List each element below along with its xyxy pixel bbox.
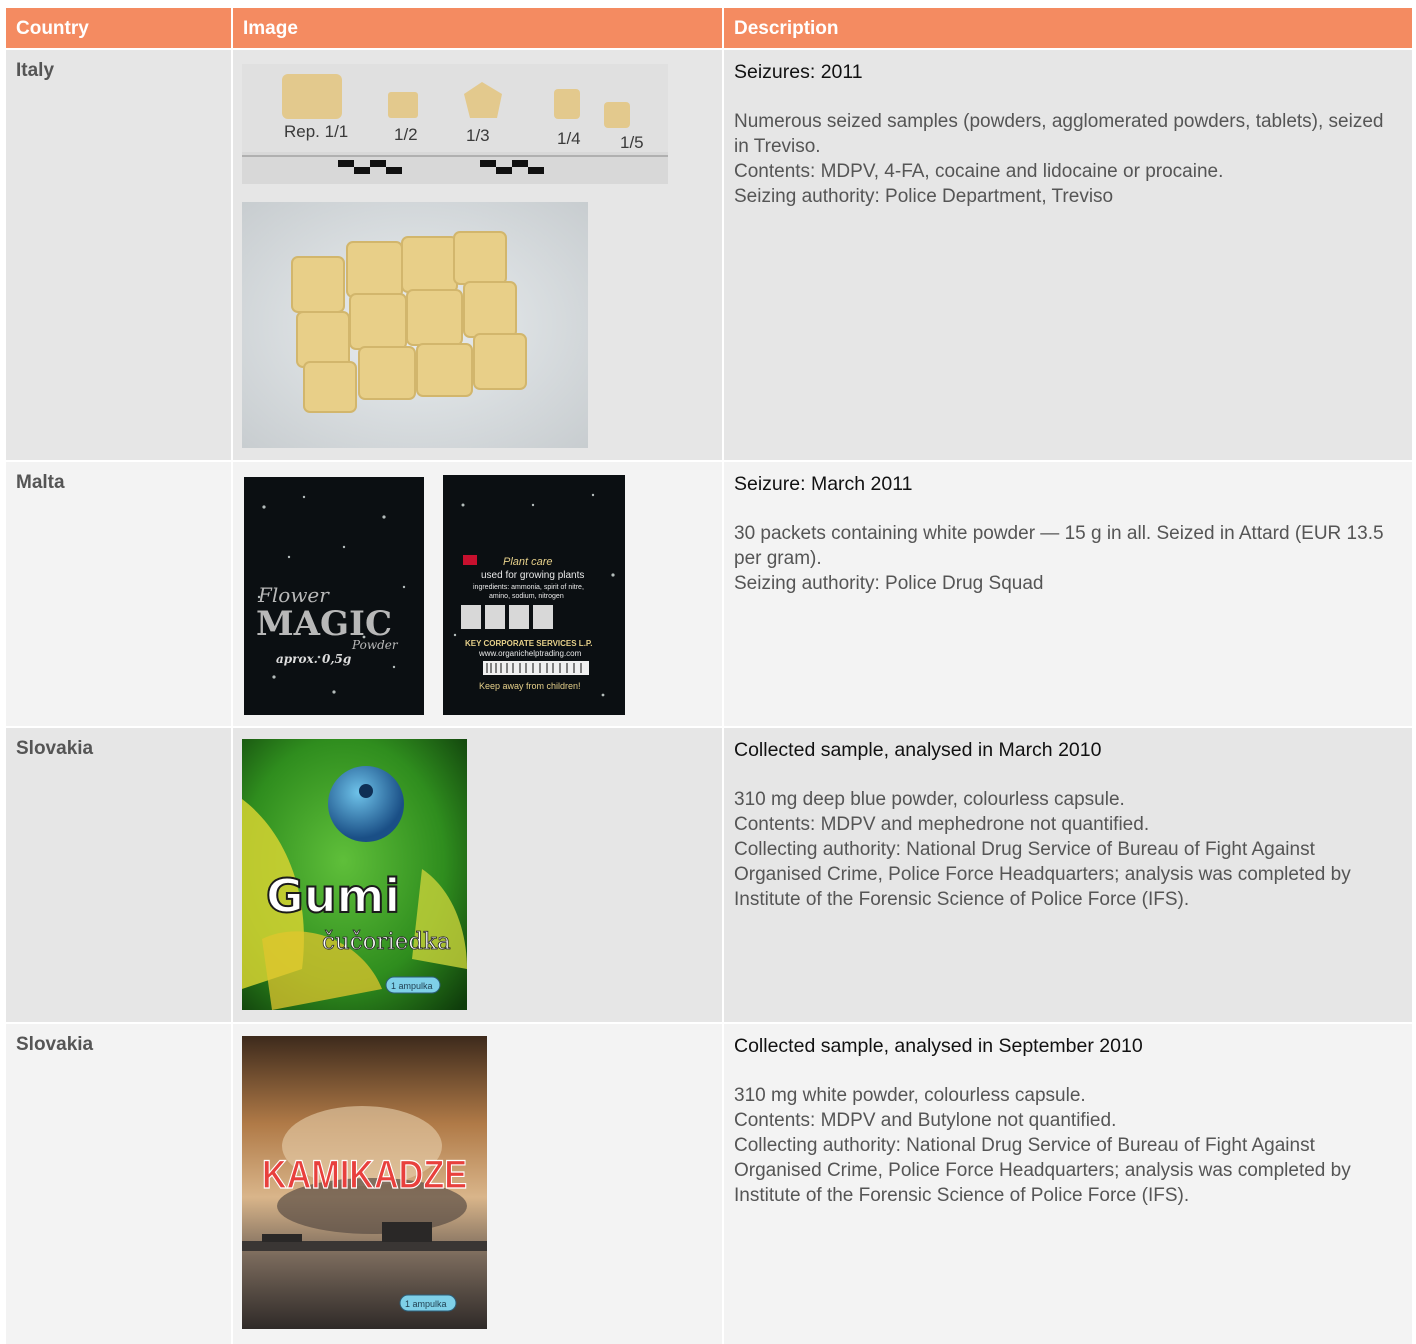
row-images: KAMIKADZE 1 ampulka <box>233 1024 724 1344</box>
column-divider <box>722 462 724 726</box>
brand-name: KAMIKADZE <box>262 1153 467 1197</box>
column-divider <box>722 50 724 460</box>
column-divider <box>231 50 233 460</box>
table-row: Slovakia KAMIKADZE 1 ampulka Collected s… <box>6 1024 1412 1344</box>
description-body: 310 mg deep blue powder, colourless caps… <box>734 789 1351 910</box>
row-country: Malta <box>16 472 65 493</box>
row-description: Seizures: 2011 Numerous seized samples (… <box>724 50 1412 460</box>
flower-magic-packet-front: Flower MAGIC Powder aprox. 0,5g <box>244 477 424 715</box>
column-divider <box>231 462 233 726</box>
row-description: Collected sample, analysed in September … <box>724 1024 1412 1344</box>
description-title: Collected sample, analysed in September … <box>734 1035 1143 1057</box>
description-body: 30 packets containing white powder — 15 … <box>734 523 1384 594</box>
column-divider <box>722 1024 724 1344</box>
brand-sub: čučoriedka <box>322 929 451 955</box>
description-title: Seizures: 2011 <box>734 61 863 83</box>
row-images: Gumi čučoriedka 1 ampulka <box>233 728 724 1022</box>
column-divider <box>231 1024 233 1344</box>
header-description: Description <box>734 18 839 39</box>
table-row: Malta Flower MAGIC Powder aprox. 0,5g Pl… <box>6 462 1412 726</box>
row-description: Seizure: March 2011 30 packets containin… <box>724 462 1412 726</box>
sample-label: 1/2 <box>394 125 418 144</box>
description-title: Collected sample, analysed in March 2010 <box>734 739 1102 761</box>
seized-samples-photo: Rep. 1/1 1/2 1/3 1/4 1/5 <box>242 64 668 184</box>
flower-magic-packet-back: Plant care used for growing plants ingre… <box>443 475 625 715</box>
cubes-bag-photo <box>242 202 588 448</box>
column-divider <box>231 8 233 48</box>
column-divider <box>231 728 233 1022</box>
description-title: Seizure: March 2011 <box>734 473 913 495</box>
packet-text: used for growing plants <box>481 570 584 581</box>
packet-text: www.organichelptrading.com <box>478 649 582 658</box>
sample-label: 1/5 <box>620 133 644 152</box>
packet-text: Powder <box>351 638 399 652</box>
row-country: Italy <box>16 60 55 81</box>
column-divider <box>722 8 724 48</box>
capsule-label: 1 ampulka <box>391 981 433 991</box>
description-body: Numerous seized samples (powders, agglom… <box>734 111 1384 207</box>
row-images: Rep. 1/1 1/2 1/3 1/4 1/5 <box>233 50 724 460</box>
packet-text: Keep away from children! <box>479 681 581 691</box>
row-country: Slovakia <box>16 738 94 759</box>
table-row: Italy Rep. 1/1 1/2 1/3 1/4 1/5 Seizures:… <box>6 50 1412 460</box>
packet-text: aprox. 0,5g <box>276 652 351 666</box>
row-images: Flower MAGIC Powder aprox. 0,5g Plant ca… <box>233 462 724 726</box>
description-body: 310 mg white powder, colourless capsule.… <box>734 1085 1351 1206</box>
packet-text: amino, sodium, nitrogen <box>489 593 564 600</box>
header-country: Country <box>16 18 89 39</box>
sample-label: Rep. 1/1 <box>284 122 348 141</box>
row-country: Slovakia <box>16 1034 94 1055</box>
packet-text: Plant care <box>503 556 553 568</box>
table-header-row: Country Image Description <box>6 8 1412 48</box>
sample-label: 1/3 <box>466 126 490 145</box>
capsule-label: 1 ampulka <box>405 1299 447 1309</box>
packet-text: KEY CORPORATE SERVICES L.P. <box>465 639 592 648</box>
column-divider <box>722 728 724 1022</box>
kamikadze-package-photo: KAMIKADZE 1 ampulka <box>242 1036 487 1329</box>
packet-text: ingredients: ammonia, spirit of nitre, <box>473 584 584 591</box>
brand-name: Gumi <box>266 869 400 923</box>
header-image: Image <box>243 18 298 39</box>
row-description: Collected sample, analysed in March 2010… <box>724 728 1412 1022</box>
sample-label: 1/4 <box>557 129 581 148</box>
gumi-package-photo: Gumi čučoriedka 1 ampulka <box>242 739 467 1010</box>
table-row: Slovakia Gumi čučoriedka 1 ampulka Colle… <box>6 728 1412 1022</box>
